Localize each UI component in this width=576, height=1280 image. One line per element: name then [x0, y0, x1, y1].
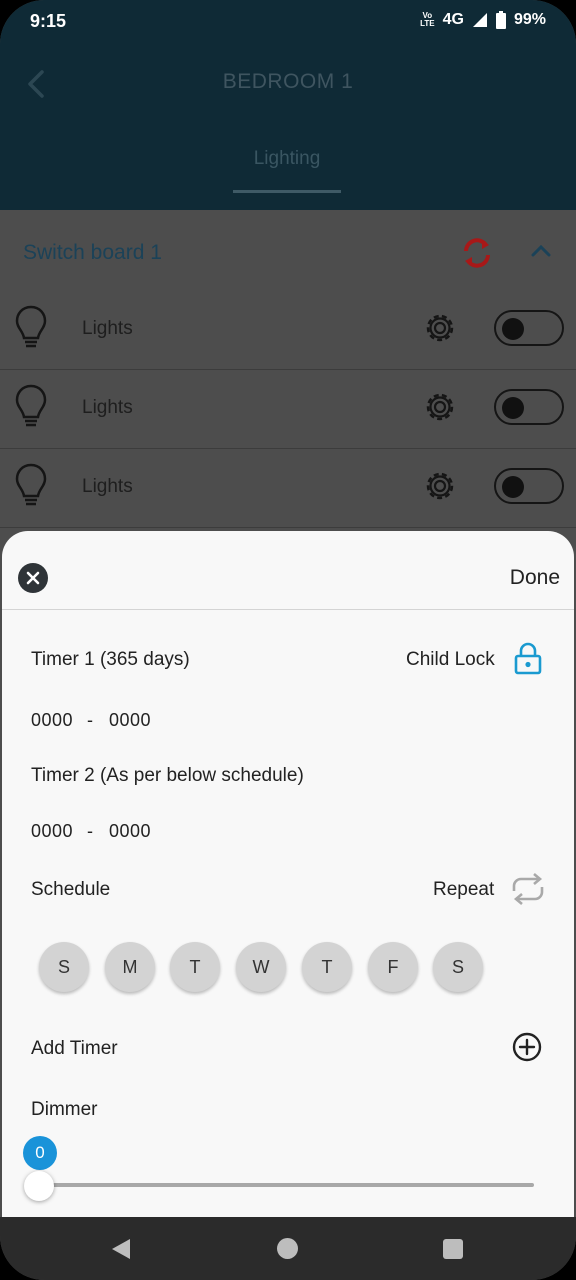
- sync-icon[interactable]: [458, 234, 496, 272]
- network-label: 4G: [442, 11, 464, 28]
- bulb-icon: [15, 384, 47, 427]
- nav-recents-icon[interactable]: [443, 1239, 463, 1259]
- repeat-icon[interactable]: [508, 871, 548, 907]
- close-icon: [26, 571, 40, 585]
- battery-percent: 99%: [513, 11, 546, 28]
- day-sunday[interactable]: S: [39, 942, 89, 992]
- list-item: Lights: [0, 369, 576, 449]
- gear-icon[interactable]: [420, 387, 460, 427]
- child-lock-label: Child Lock: [406, 649, 495, 670]
- timer2-start-value[interactable]: 0000: [31, 821, 73, 842]
- page-title: BEDROOM 1: [222, 70, 354, 93]
- system-nav-bar: [0, 1217, 576, 1280]
- close-button[interactable]: [18, 563, 48, 593]
- timer1-separator: -: [87, 710, 94, 730]
- bulb-icon: [15, 463, 47, 506]
- volte-icon: Vo LTE: [420, 11, 435, 28]
- toggle-knob: [502, 397, 524, 419]
- timer1-end-value[interactable]: 0000: [109, 710, 151, 731]
- signal-icon: [472, 13, 487, 27]
- repeat-label: Repeat: [433, 879, 495, 900]
- nav-back-icon[interactable]: [110, 1237, 132, 1261]
- list-item: Lights: [0, 448, 576, 528]
- tab-lighting[interactable]: Lighting: [232, 148, 342, 170]
- app-screen: 9:15 Vo LTE 4G 99% BEDROOM 1 Lighting Swi…: [0, 0, 576, 1280]
- add-timer-label: Add Timer: [31, 1038, 118, 1059]
- app-header: 9:15 Vo LTE 4G 99% BEDROOM 1 Lighting: [0, 0, 576, 210]
- battery-icon: [495, 11, 506, 29]
- gear-icon[interactable]: [420, 466, 460, 506]
- light-toggle[interactable]: [494, 389, 564, 425]
- chevron-up-icon[interactable]: [530, 244, 552, 258]
- day-friday[interactable]: F: [368, 942, 418, 992]
- add-circle-icon[interactable]: [512, 1032, 542, 1062]
- sheet-divider: [2, 609, 574, 610]
- light-label: Lights: [82, 397, 133, 418]
- status-bar: 9:15 Vo LTE 4G 99%: [0, 0, 576, 44]
- day-wednesday[interactable]: W: [236, 942, 286, 992]
- bulb-icon: [15, 305, 47, 348]
- timer-settings-sheet: Done Timer 1 (365 days) Child Lock 0000 …: [2, 531, 574, 1217]
- switch-board-name: Switch board 1: [23, 241, 162, 264]
- timer2-label: Timer 2 (As per below schedule): [31, 765, 304, 786]
- done-button[interactable]: Done: [510, 566, 560, 590]
- tab-indicator: [233, 190, 341, 193]
- day-saturday[interactable]: S: [433, 942, 483, 992]
- gear-icon[interactable]: [420, 308, 460, 348]
- toggle-knob: [502, 318, 524, 340]
- light-toggle[interactable]: [494, 310, 564, 346]
- dimmer-value-bubble: 0: [23, 1136, 57, 1170]
- day-tuesday[interactable]: T: [170, 942, 220, 992]
- schedule-label: Schedule: [31, 879, 111, 900]
- light-label: Lights: [82, 318, 133, 339]
- timer1-label: Timer 1 (365 days): [31, 649, 190, 670]
- day-thursday[interactable]: T: [302, 942, 352, 992]
- dimmer-label: Dimmer: [31, 1099, 98, 1120]
- timer2-separator: -: [87, 821, 94, 841]
- dimmer-slider-track[interactable]: [42, 1183, 534, 1187]
- day-monday[interactable]: M: [105, 942, 155, 992]
- timer1-start-value[interactable]: 0000: [31, 710, 73, 731]
- nav-home-icon[interactable]: [277, 1238, 298, 1259]
- lock-icon[interactable]: [514, 641, 542, 675]
- dimmer-slider-thumb[interactable]: [24, 1171, 54, 1201]
- toggle-knob: [502, 476, 524, 498]
- timer2-end-value[interactable]: 0000: [109, 821, 151, 842]
- light-label: Lights: [82, 476, 133, 497]
- status-icons: Vo LTE 4G 99%: [420, 11, 546, 29]
- list-item: Lights: [0, 290, 576, 370]
- light-toggle[interactable]: [494, 468, 564, 504]
- status-time: 9:15: [30, 11, 67, 31]
